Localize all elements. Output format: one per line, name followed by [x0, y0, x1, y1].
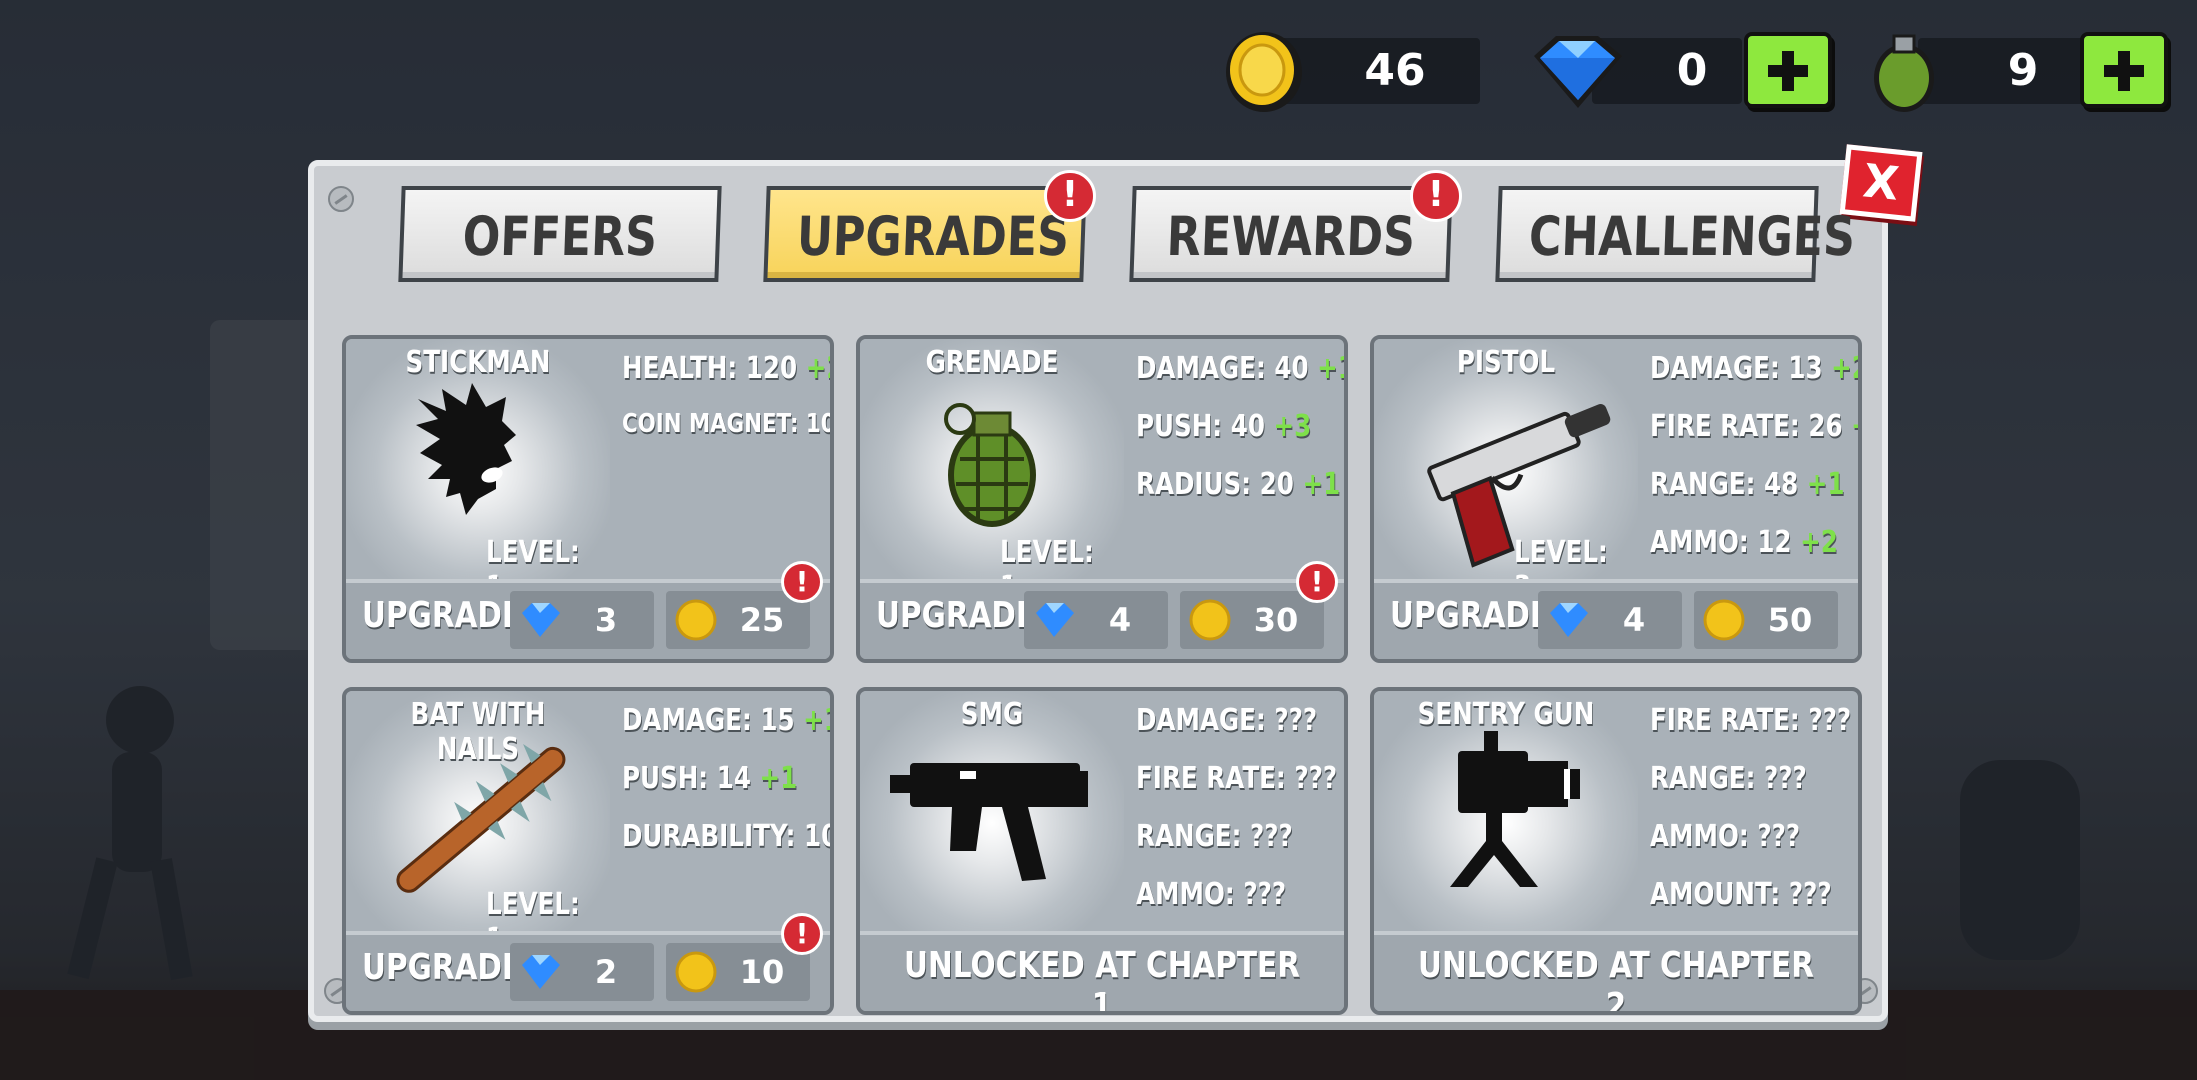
card-alert-badge: ! [1296, 561, 1338, 603]
gem-counter: 0 [1522, 30, 1842, 110]
coin-price-button[interactable]: 10 [666, 943, 810, 1001]
gem-price-button[interactable]: 4 [1024, 591, 1168, 649]
screw-icon [328, 186, 354, 212]
upgrade-label: UPGRADE [362, 595, 523, 636]
coin-icon [1189, 599, 1231, 641]
tab-label: OFFERS [461, 205, 659, 268]
gem-icon [1036, 603, 1074, 637]
stat-line: AMMO: ??? [1136, 877, 1287, 912]
gem-price-button[interactable]: 2 [510, 943, 654, 1001]
stat-line: PUSH: 14 +1 [622, 761, 798, 796]
coin-icon [1703, 599, 1745, 641]
stat-line: FIRE RATE: ??? [1650, 703, 1852, 738]
locked-message: UNLOCKED AT CHAPTER 2 [1418, 945, 1814, 1015]
stat-line: DAMAGE: 15 +1 [622, 703, 830, 738]
upgrade-card-stickman: STICKMAN LEVEL: 1 HEALTH: 120 +20 COIN M… [342, 335, 834, 663]
tab-challenges[interactable]: CHALLENGES [1495, 186, 1857, 282]
stat-line: HEALTH: 120 +20 [622, 351, 830, 386]
upgrade-card-grenade: GRENADE LEVEL: 1 DAMAGE: 40 +1 PUSH: 40 … [856, 335, 1348, 663]
grenade-count: 9 [2007, 45, 2039, 96]
stat-line: RANGE: ??? [1136, 819, 1293, 854]
add-grenades-button[interactable] [2080, 32, 2168, 108]
upgrade-card-bat-with-nails: BAT WITH NAILS LEVEL: 1 DAMAGE: 15 +1 PU… [342, 687, 834, 1015]
grenade-counter: 9 [1868, 30, 2178, 112]
rewards-alert-badge: ! [1410, 170, 1462, 222]
stat-line: PUSH: 40 +3 [1136, 409, 1312, 444]
card-title: BAT WITH NAILS [410, 697, 546, 767]
tab-rewards[interactable]: REWARDS [1129, 186, 1453, 282]
tab-label: REWARDS [1165, 205, 1417, 268]
stat-line: AMMO: ??? [1650, 819, 1801, 854]
card-alert-badge: ! [781, 561, 823, 603]
tab-label: CHALLENGES [1527, 205, 1857, 268]
upgrade-label: UPGRADE [1390, 595, 1551, 636]
stat-line: DAMAGE: 13 +2 [1650, 351, 1858, 386]
stat-line: RANGE: ??? [1650, 761, 1807, 796]
card-title: SENTRY GUN [1417, 697, 1595, 732]
gem-price-button[interactable]: 3 [510, 591, 654, 649]
gem-icon [522, 603, 560, 637]
stat-line: FIRE RATE: ??? [1136, 761, 1338, 796]
stat-line: RADIUS: 20 +1 [1136, 467, 1341, 502]
coin-counter: 46 [1220, 30, 1482, 112]
card-alert-badge: ! [781, 913, 823, 955]
gem-count: 0 [1676, 45, 1708, 96]
coin-icon [1226, 32, 1302, 112]
coin-icon [675, 951, 717, 993]
stat-line: DAMAGE: ??? [1136, 703, 1318, 738]
gem-icon [1534, 36, 1622, 108]
stat-line: COIN MAGNET: 10 +5 [622, 409, 834, 439]
stat-line: AMMO: 12 +2 [1650, 525, 1838, 560]
upgrade-card-smg: SMG DAMAGE: ??? FIRE RATE: ??? RANGE: ??… [856, 687, 1348, 1015]
coin-price-button[interactable]: 25 [666, 591, 810, 649]
upgrade-label: UPGRADE [876, 595, 1037, 636]
tab-upgrades[interactable]: UPGRADES [763, 186, 1087, 282]
stat-line: DURABILITY: 10 +1 [622, 819, 834, 854]
coin-price-button[interactable]: 50 [1694, 591, 1838, 649]
card-title: SMG [960, 697, 1024, 732]
upgrade-label: UPGRADE [362, 947, 523, 988]
tab-offers[interactable]: OFFERS [398, 186, 722, 282]
coin-price-button[interactable]: 30 [1180, 591, 1324, 649]
stat-line: RANGE: 48 +1 [1650, 467, 1845, 502]
stat-line: DAMAGE: 40 +1 [1136, 351, 1344, 386]
card-title: GRENADE [925, 345, 1059, 380]
grenade-icon [1874, 34, 1934, 112]
coin-count: 46 [1364, 45, 1426, 96]
coin-icon [675, 599, 717, 641]
add-gems-button[interactable] [1744, 32, 1832, 108]
upgrade-card-pistol: PISTOL LEVEL: 3 DAMAGE: 13 +2 FIRE RATE:… [1370, 335, 1862, 663]
locked-message: UNLOCKED AT CHAPTER 1 [904, 945, 1300, 1015]
stat-line: FIRE RATE: 26 +1 [1650, 409, 1858, 444]
gem-icon [1550, 603, 1588, 637]
gem-icon [522, 955, 560, 989]
upgrade-card-sentry-gun: SENTRY GUN FIRE RATE: ??? RANGE: ??? AMM… [1370, 687, 1862, 1015]
upgrades-alert-badge: ! [1044, 170, 1096, 222]
stat-line: AMOUNT: ??? [1650, 877, 1832, 912]
card-title: STICKMAN [405, 345, 551, 380]
card-title: PISTOL [1456, 345, 1556, 380]
tab-label: UPGRADES [795, 205, 1071, 268]
gem-price-button[interactable]: 4 [1538, 591, 1682, 649]
